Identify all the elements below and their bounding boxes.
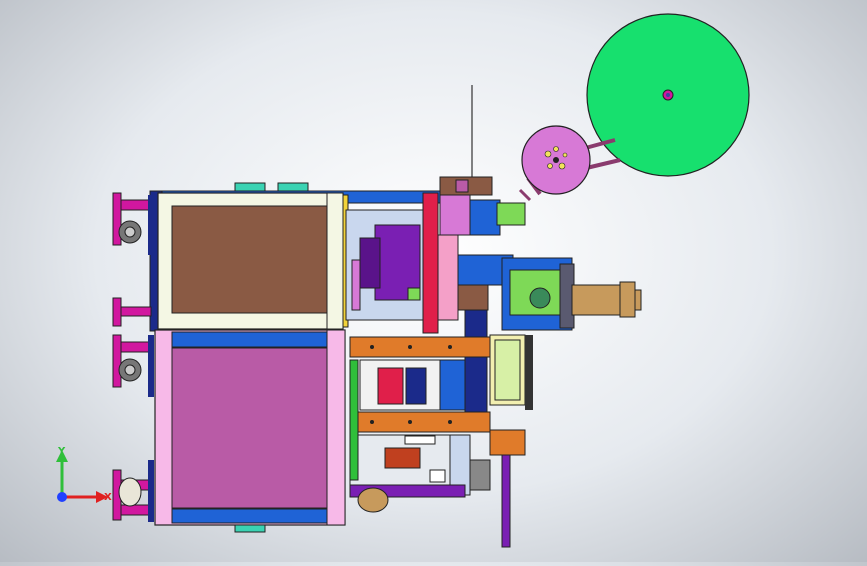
red-plate [422, 192, 439, 334]
triad-y-label: Y [57, 446, 66, 457]
lower-box[interactable] [154, 329, 346, 533]
triad-x-label: X [104, 492, 112, 503]
drive-motor[interactable] [345, 209, 427, 321]
pneumatic-cylinder[interactable] [571, 281, 642, 318]
coordinate-triad-icon [56, 450, 108, 503]
cad-viewport[interactable]: Y X [0, 0, 867, 562]
assembly-drawing: Y X [56, 13, 750, 548]
small-pink-reel[interactable] [521, 125, 591, 195]
large-green-reel[interactable] [586, 13, 750, 177]
upper-box[interactable] [157, 192, 349, 330]
caster-assemblies [112, 192, 154, 522]
